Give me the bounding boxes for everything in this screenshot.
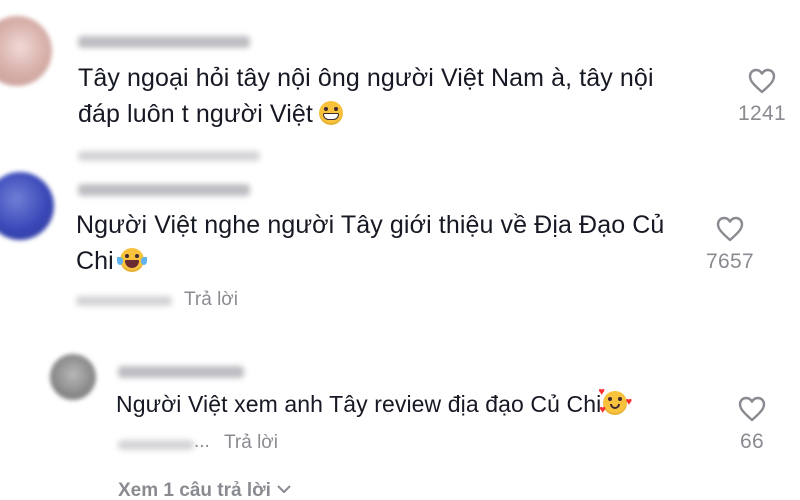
tears-of-joy-icon — [116, 248, 147, 272]
avatar[interactable] — [50, 354, 96, 400]
grinning-face-icon — [318, 101, 343, 125]
like-count: 1241 — [738, 102, 786, 125]
username-blurred[interactable] — [78, 184, 250, 196]
view-more-replies-button[interactable]: Xem 1 câu trả lời — [118, 478, 291, 500]
comment-text: Tây ngoại hỏi tây nội ông người Việt Nam… — [78, 60, 718, 132]
reply-date-blurred — [118, 440, 194, 450]
like-button[interactable]: 1241 — [722, 68, 800, 126]
heart-outline-icon — [716, 216, 744, 242]
like-count: 7657 — [706, 250, 754, 273]
comment-text: Người Việt nghe người Tây giới thiệu về … — [76, 207, 716, 279]
comment-text-line: Chi — [76, 247, 114, 275]
view-more-label: Xem 1 câu trả lời — [118, 480, 271, 500]
reply-text: Người Việt xem anh Tây review địa đạo Củ… — [116, 386, 716, 420]
avatar[interactable] — [0, 172, 54, 240]
comment-section: Tây ngoại hỏi tây nội ông người Việt Nam… — [0, 0, 800, 500]
avatar[interactable] — [0, 16, 52, 86]
heart-outline-icon — [748, 68, 776, 94]
chevron-down-icon — [277, 478, 291, 500]
username-blurred[interactable] — [78, 36, 250, 48]
heart-outline-icon — [738, 396, 766, 422]
comment-text-line: Người Việt nghe người Tây giới thiệu về … — [76, 211, 665, 239]
comment-date-blurred — [78, 151, 260, 161]
reply-button[interactable]: Trả lời — [224, 432, 278, 454]
comment-text-line: đáp luôn t người Việt — [78, 100, 313, 128]
comment-text-line: Tây ngoại hỏi tây nội ông người Việt Nam… — [78, 64, 654, 92]
smiling-face-with-hearts-icon: ♥ ♥ ♥ — [598, 386, 633, 416]
like-button[interactable]: 66 — [712, 396, 792, 454]
like-button[interactable]: 7657 — [690, 216, 770, 274]
like-count: 66 — [740, 430, 764, 453]
reply-button[interactable]: Trả lời — [184, 289, 238, 311]
username-blurred[interactable] — [118, 366, 244, 378]
comment-date-blurred — [76, 296, 172, 306]
reply-text-line: Người Việt xem anh Tây review địa đạo Củ… — [116, 391, 602, 417]
date-ellipsis: ... — [194, 431, 210, 452]
